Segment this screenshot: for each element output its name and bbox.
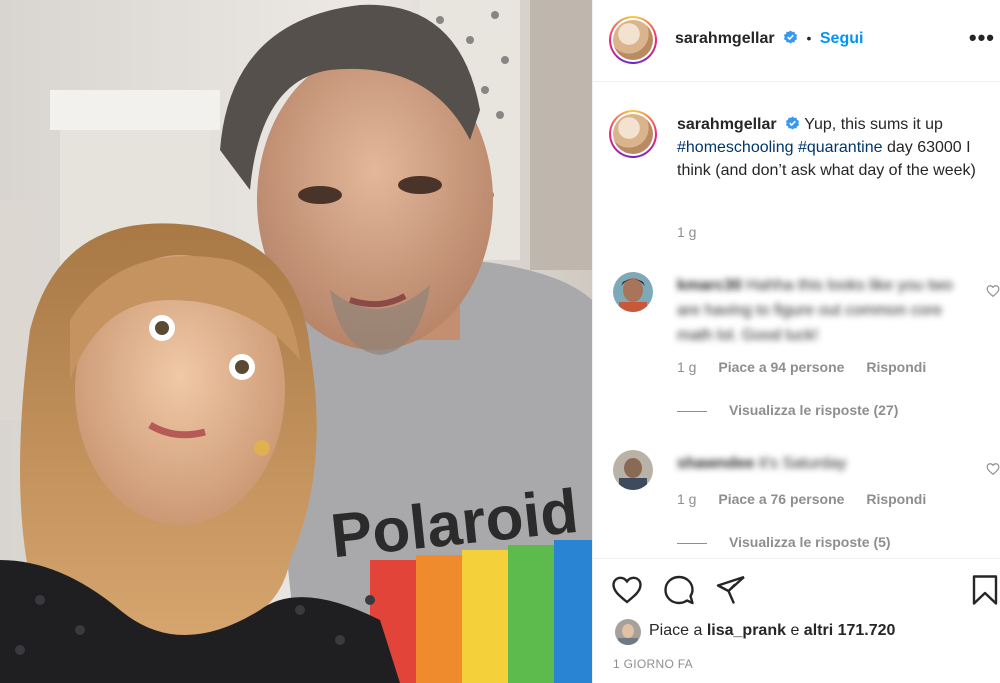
comment-time[interactable]: 1 g (677, 491, 696, 507)
comment-username[interactable]: shawndee (677, 455, 754, 472)
comment-like-heart-icon[interactable] (986, 284, 1000, 298)
liker-avatar[interactable] (615, 619, 641, 645)
comment-avatar-image (613, 450, 653, 490)
comment-text: kmarc30 Hahha this looks like you two ar… (677, 273, 967, 348)
liker-avatar-image (615, 619, 641, 645)
author-username[interactable]: sarahmgellar (675, 30, 775, 47)
comment-icon[interactable] (663, 574, 695, 606)
verified-badge-icon (786, 116, 800, 130)
caption: sarahmgellar Yup, this sums it up #homes… (677, 113, 987, 182)
heart-icon[interactable] (611, 574, 643, 606)
caption-username[interactable]: sarahmgellar (677, 116, 777, 133)
post-photo[interactable]: Polaroid (0, 0, 592, 683)
liked-by-user[interactable]: lisa_prank (707, 622, 786, 639)
replies-divider (677, 542, 707, 544)
post-header: sarahmgellar • Segui ••• (593, 0, 1000, 82)
hashtag-link[interactable]: #quarantine (798, 139, 883, 156)
post-timestamp[interactable]: 1 GIORNO FA (613, 657, 693, 671)
comment-likes[interactable]: Piace a 94 persone (718, 359, 844, 375)
comment-avatar[interactable] (613, 272, 653, 312)
comment-body: it's Saturday (758, 455, 847, 472)
likes-summary: Piace a lisa_prank e altri 171.720 (649, 622, 895, 640)
comment-like-heart-icon[interactable] (986, 462, 1000, 476)
more-options-icon[interactable]: ••• (969, 27, 995, 49)
view-replies-label: Visualizza le risposte (27) (729, 402, 899, 418)
bookmark-icon[interactable] (969, 574, 1000, 606)
comment-time[interactable]: 1 g (677, 359, 696, 375)
comment-meta: 1 g Piace a 76 persone Rispondi (677, 491, 944, 507)
follow-button[interactable]: Segui (820, 30, 864, 47)
view-replies-button[interactable]: Visualizza le risposte (5) (677, 534, 891, 550)
reply-button[interactable]: Rispondi (866, 359, 926, 375)
comment-likes[interactable]: Piace a 76 persone (718, 491, 844, 507)
post-side-panel: sarahmgellar • Segui ••• sarahmgellar Yu… (592, 0, 1000, 683)
author-avatar[interactable] (609, 16, 657, 64)
post-photo-image: Polaroid (0, 0, 592, 683)
comment-username[interactable]: kmarc30 (677, 277, 742, 294)
replies-divider (677, 410, 707, 412)
share-icon[interactable] (715, 574, 747, 606)
caption-text-start: Yup, this sums it up (804, 116, 943, 133)
comment-meta: 1 g Piace a 94 persone Rispondi (677, 359, 944, 375)
caption-author-avatar[interactable] (609, 110, 657, 158)
comment-text: shawndee it's Saturday (677, 451, 967, 476)
reply-button[interactable]: Rispondi (866, 491, 926, 507)
hashtag-link[interactable]: #homeschooling (677, 139, 794, 156)
view-replies-button[interactable]: Visualizza le risposte (27) (677, 402, 898, 418)
view-replies-label: Visualizza le risposte (5) (729, 534, 891, 550)
likes-mid: e (790, 622, 800, 639)
header-separator: • (806, 30, 812, 46)
likes-prefix: Piace a (649, 622, 703, 639)
comment-avatar[interactable] (613, 450, 653, 490)
verified-badge-icon (784, 30, 798, 44)
likes-count[interactable]: altri 171.720 (804, 622, 896, 639)
comment-avatar-image (613, 272, 653, 312)
header-author-line: sarahmgellar • Segui (675, 30, 863, 48)
caption-timestamp[interactable]: 1 g (677, 224, 696, 240)
